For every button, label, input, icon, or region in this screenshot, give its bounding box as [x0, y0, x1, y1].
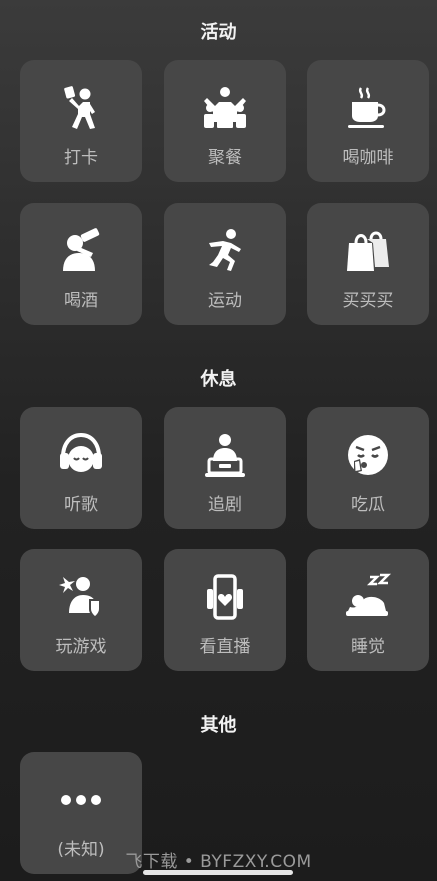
- watching-tv-icon: [164, 429, 286, 481]
- drinking-icon: [20, 225, 142, 277]
- tile-label: 玩游戏: [55, 637, 107, 657]
- coffee-cup-icon: [307, 82, 429, 134]
- tile-label: 看直播: [199, 637, 251, 657]
- tile-label: 听歌: [64, 495, 98, 515]
- gaming-icon: [20, 571, 142, 623]
- status-tile-live-stream[interactable]: 看直播: [164, 549, 286, 671]
- headphones-icon: [20, 429, 142, 481]
- status-tile-gossip[interactable]: 吃瓜: [307, 407, 429, 529]
- tile-label: 睡觉: [351, 637, 385, 657]
- tile-label: 买买买: [342, 291, 394, 311]
- status-tile-exercise[interactable]: 运动: [164, 203, 286, 325]
- tile-label: 追剧: [208, 495, 242, 515]
- section-title-other: 其他: [200, 715, 237, 736]
- tile-label: 吃瓜: [351, 495, 385, 515]
- tile-label: 喝咖啡: [342, 148, 394, 168]
- running-icon: [164, 225, 286, 277]
- status-tile-sleep[interactable]: 睡觉: [307, 549, 429, 671]
- status-tile-tv-series[interactable]: 追剧: [164, 407, 286, 529]
- watermark: 飞下载 • BYFZXY.COM: [125, 852, 312, 872]
- gossip-face-icon: [307, 429, 429, 481]
- status-tile-shopping[interactable]: 买买买: [307, 203, 429, 325]
- status-tile-coffee[interactable]: 喝咖啡: [307, 60, 429, 182]
- sleeping-icon: [307, 571, 429, 623]
- section-title-rest: 休息: [200, 369, 237, 390]
- live-stream-icon: [164, 571, 286, 623]
- tile-label: 打卡: [64, 148, 98, 168]
- check-in-person-icon: [20, 82, 142, 134]
- shopping-bag-icon: [307, 225, 429, 277]
- tile-label: 喝酒: [64, 291, 98, 311]
- tile-label: 聚餐: [208, 148, 242, 168]
- status-tile-gaming[interactable]: 玩游戏: [20, 549, 142, 671]
- group-dinner-icon: [164, 82, 286, 134]
- section-title-activity: 活动: [200, 22, 237, 43]
- home-indicator[interactable]: [143, 870, 293, 875]
- tile-label: 运动: [208, 291, 242, 311]
- status-tile-music[interactable]: 听歌: [20, 407, 142, 529]
- more-dots-icon: [20, 774, 142, 826]
- status-tile-group-dinner[interactable]: 聚餐: [164, 60, 286, 182]
- status-tile-drinking[interactable]: 喝酒: [20, 203, 142, 325]
- status-tile-check-in[interactable]: 打卡: [20, 60, 142, 182]
